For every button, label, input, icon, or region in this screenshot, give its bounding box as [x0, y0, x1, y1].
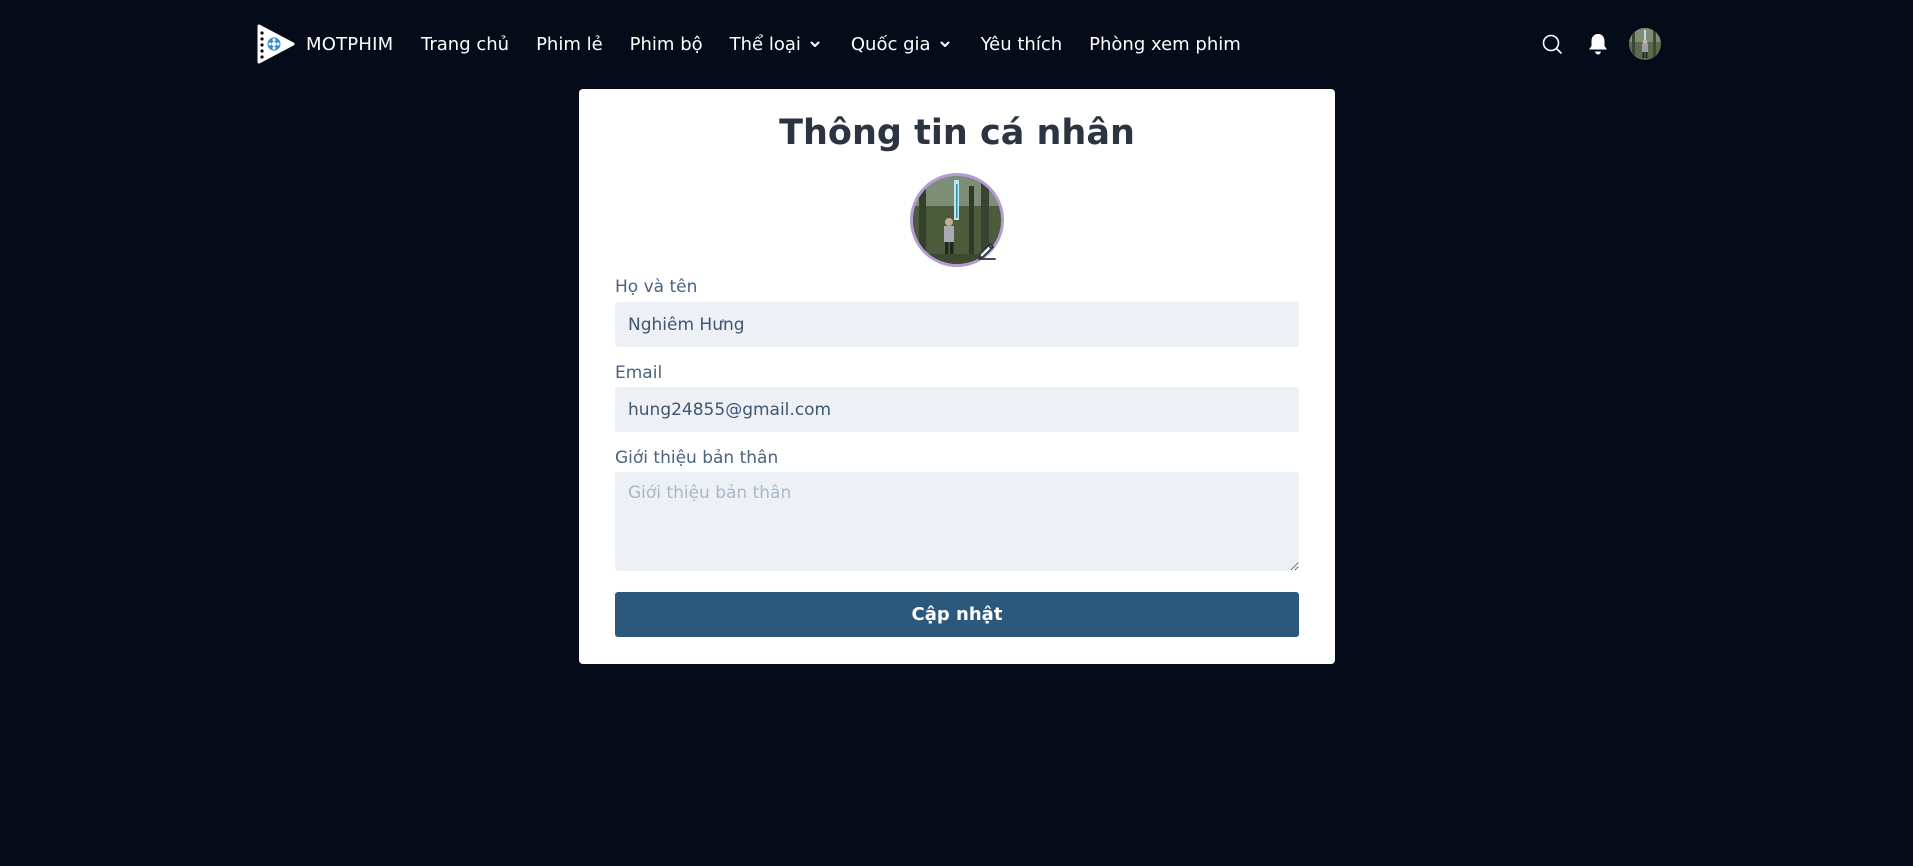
- nav-item-favorites[interactable]: Yêu thích: [981, 34, 1063, 55]
- nav-item-series[interactable]: Phim bộ: [630, 34, 703, 55]
- nav-item-label: Phòng xem phim: [1089, 33, 1241, 55]
- main-nav: Trang chủ Phim lẻ Phim bộ Thể loại Quốc …: [421, 30, 1268, 58]
- page-title: Thông tin cá nhân: [779, 113, 1135, 153]
- bio-textarea[interactable]: [615, 472, 1299, 571]
- nav-item-watch-room[interactable]: Phòng xem phim: [1089, 34, 1241, 55]
- nav-item-label: Thể loại: [729, 33, 801, 55]
- name-label: Họ và tên: [615, 277, 698, 297]
- play-logo-icon: [256, 24, 296, 64]
- nav-item-label: Phim lẻ: [536, 33, 603, 55]
- profile-avatar-upload[interactable]: [910, 173, 1004, 267]
- header-actions: [1539, 28, 1661, 60]
- search-icon[interactable]: [1539, 31, 1565, 57]
- nav-item-label: Trang chủ: [421, 33, 510, 55]
- chevron-down-icon: [809, 38, 821, 50]
- update-button[interactable]: Cập nhật: [615, 592, 1299, 637]
- edit-pencil-icon[interactable]: [976, 239, 998, 261]
- nav-item-label: Quốc gia: [850, 33, 931, 55]
- nav-item-label: Yêu thích: [980, 33, 1063, 55]
- nav-item-movies[interactable]: Phim lẻ: [536, 34, 603, 55]
- user-avatar[interactable]: [1629, 28, 1661, 60]
- bell-icon[interactable]: [1585, 31, 1611, 57]
- brand-logo[interactable]: MOTPHIM: [256, 24, 393, 64]
- top-navbar: MOTPHIM Trang chủ Phim lẻ Phim bộ Thể lo…: [0, 0, 1913, 88]
- nav-item-label: Phim bộ: [629, 33, 703, 55]
- email-field[interactable]: [615, 387, 1299, 432]
- nav-item-home[interactable]: Trang chủ: [421, 34, 509, 55]
- email-label: Email: [615, 363, 663, 383]
- brand-name: MOTPHIM: [306, 33, 394, 55]
- nav-item-countries[interactable]: Quốc gia: [851, 34, 951, 55]
- nav-item-genres[interactable]: Thể loại: [730, 34, 821, 55]
- profile-card: Thông tin cá nhân Họ và tên Nghiêm Hưng …: [579, 89, 1335, 664]
- name-field[interactable]: [615, 302, 1299, 347]
- chevron-down-icon: [939, 38, 951, 50]
- bio-label: Giới thiệu bản thân: [615, 448, 779, 468]
